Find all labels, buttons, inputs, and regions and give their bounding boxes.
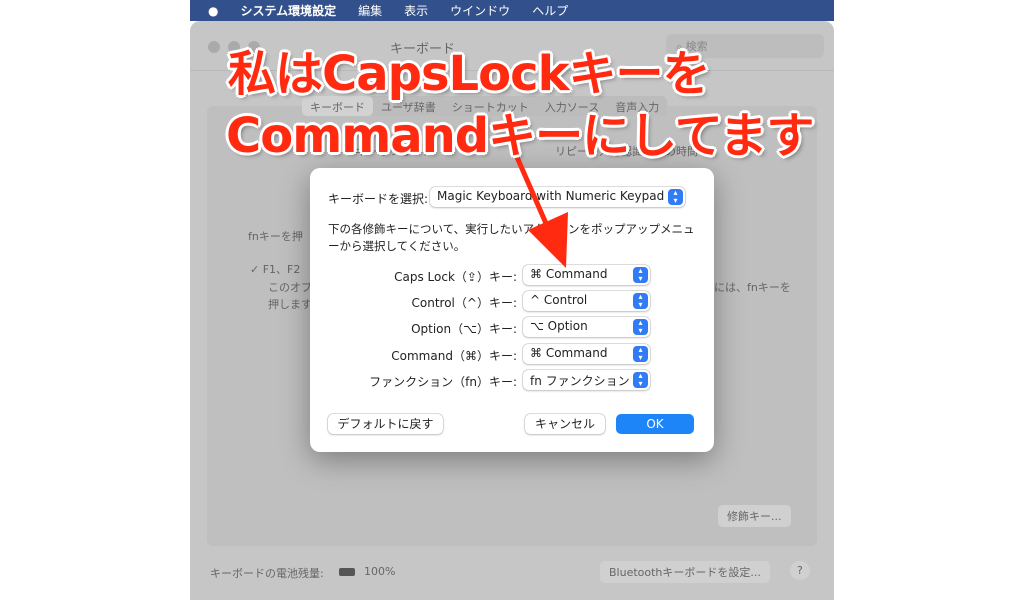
arrow-head — [528, 212, 568, 268]
annotation-line-1: 私はCapsLockキーを — [228, 46, 710, 102]
annotation-line-2: Commandキーにしてます — [226, 108, 814, 164]
